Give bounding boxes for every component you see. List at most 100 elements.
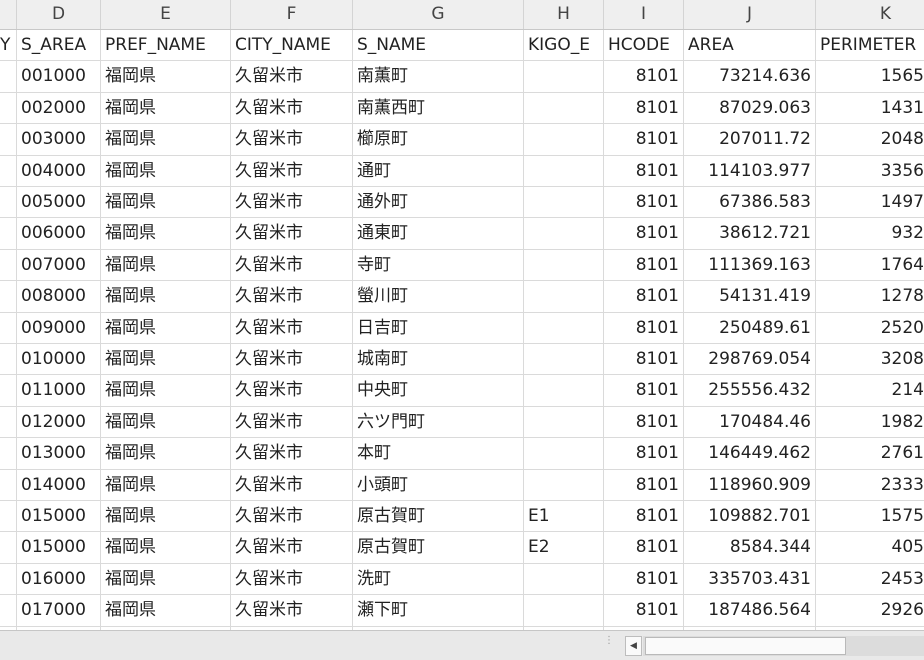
table-cell[interactable]: 南薫町 xyxy=(353,61,524,93)
table-cell[interactable]: 2453.54 xyxy=(816,564,924,596)
table-cell[interactable]: 8101 xyxy=(604,469,684,501)
table-cell[interactable]: 中央町 xyxy=(353,375,524,407)
table-cell[interactable]: 8101 xyxy=(604,563,684,596)
column-header-i[interactable]: I xyxy=(604,0,684,29)
table-cell[interactable]: 福岡県 xyxy=(101,124,231,156)
table-cell[interactable]: 福岡県 xyxy=(101,469,231,501)
table-cell[interactable]: 207011.72 xyxy=(684,124,816,156)
table-cell[interactable]: 8101 xyxy=(604,406,684,439)
table-cell[interactable]: 014000 xyxy=(17,469,101,501)
table-cell[interactable]: 011000 xyxy=(17,375,101,407)
table-cell[interactable]: 福岡県 xyxy=(101,218,231,250)
table-cell[interactable]: 8101 xyxy=(604,218,684,250)
table-cell[interactable]: 1278.18 xyxy=(816,281,924,313)
table-cell[interactable]: 2761.65 xyxy=(816,438,924,470)
table-cell[interactable]: 010000 xyxy=(17,344,101,376)
table-cell[interactable]: 久留米市 xyxy=(231,187,353,219)
table-cell[interactable]: 福岡県 xyxy=(101,344,231,376)
table-cell[interactable]: 本町 xyxy=(353,438,524,470)
table-cell[interactable]: 67386.583 xyxy=(684,187,816,219)
table-cell[interactable]: 福岡県 xyxy=(101,563,231,596)
table-cell[interactable]: 006000 xyxy=(17,218,101,250)
table-cell[interactable]: 久留米市 xyxy=(231,563,353,596)
table-cell[interactable]: 福岡県 xyxy=(101,187,231,219)
field-header-cell[interactable]: S_AREA xyxy=(17,30,101,62)
table-cell[interactable] xyxy=(524,281,604,313)
table-cell[interactable]: 8101 xyxy=(604,595,684,627)
table-cell[interactable]: 久留米市 xyxy=(231,281,353,313)
table-cell[interactable]: 通東町 xyxy=(353,218,524,250)
field-header-cell[interactable]: Y xyxy=(0,30,17,62)
table-cell[interactable]: 福岡県 xyxy=(101,249,231,282)
table-cell[interactable]: 8101 xyxy=(604,61,684,93)
table-cell[interactable] xyxy=(524,187,604,219)
table-cell[interactable]: 久留米市 xyxy=(231,344,353,376)
table-cell[interactable]: 013000 xyxy=(17,438,101,470)
table-cell[interactable]: 螢川町 xyxy=(353,281,524,313)
table-cell[interactable]: 洗町 xyxy=(353,563,524,596)
table-cell[interactable]: 久留米市 xyxy=(231,92,353,125)
table-cell[interactable] xyxy=(524,406,604,439)
table-cell[interactable] xyxy=(0,249,17,282)
table-cell[interactable] xyxy=(0,406,17,439)
table-cell[interactable]: 111369.163 xyxy=(684,249,816,282)
table-cell[interactable] xyxy=(0,344,17,376)
table-cell[interactable]: 007000 xyxy=(17,249,101,282)
field-header-cell[interactable]: HCODE xyxy=(604,30,684,62)
table-cell[interactable] xyxy=(524,124,604,156)
table-cell[interactable]: 1575.04 xyxy=(816,501,924,533)
table-cell[interactable]: 福岡県 xyxy=(101,155,231,187)
column-header-c[interactable] xyxy=(0,0,17,29)
column-header-e[interactable]: E xyxy=(101,0,231,29)
table-cell[interactable]: 城南町 xyxy=(353,344,524,376)
table-cell[interactable]: 久留米市 xyxy=(231,61,353,93)
table-cell[interactable]: 久留米市 xyxy=(231,532,353,564)
table-cell[interactable]: 8101 xyxy=(604,312,684,344)
table-cell[interactable]: 通町 xyxy=(353,155,524,187)
table-cell[interactable] xyxy=(0,532,17,564)
table-cell[interactable]: 久留米市 xyxy=(231,438,353,470)
table-cell[interactable]: 久留米市 xyxy=(231,312,353,344)
table-cell[interactable]: 福岡県 xyxy=(101,61,231,93)
table-cell[interactable]: 福岡県 xyxy=(101,312,231,344)
table-cell[interactable]: 瀬下町 xyxy=(353,595,524,627)
table-cell[interactable] xyxy=(0,438,17,470)
table-cell[interactable]: 8101 xyxy=(604,501,684,533)
table-cell[interactable]: 38612.721 xyxy=(684,218,816,250)
table-cell[interactable]: 114103.977 xyxy=(684,155,816,187)
table-cell[interactable]: 335703.431 xyxy=(684,563,816,596)
table-cell[interactable]: 1982.56 xyxy=(816,407,924,439)
table-cell[interactable] xyxy=(524,61,604,93)
split-grip-icon[interactable]: ⋮ xyxy=(604,636,614,653)
table-cell[interactable]: 久留米市 xyxy=(231,124,353,156)
table-cell[interactable]: 久留米市 xyxy=(231,469,353,501)
table-cell[interactable]: 109882.701 xyxy=(684,501,816,533)
table-cell[interactable] xyxy=(0,124,17,156)
table-cell[interactable]: 福岡県 xyxy=(101,438,231,470)
table-cell[interactable]: 福岡県 xyxy=(101,532,231,564)
table-cell[interactable] xyxy=(0,218,17,250)
table-cell[interactable]: 1431.05 xyxy=(816,93,924,125)
table-cell[interactable]: 福岡県 xyxy=(101,92,231,125)
table-cell[interactable]: 六ツ門町 xyxy=(353,406,524,439)
table-cell[interactable]: 8101 xyxy=(604,532,684,564)
table-cell[interactable]: 8101 xyxy=(604,281,684,313)
table-cell[interactable]: 寺町 xyxy=(353,249,524,282)
table-cell[interactable]: 8101 xyxy=(604,124,684,156)
table-cell[interactable]: 1764.18 xyxy=(816,250,924,282)
table-cell[interactable]: 久留米市 xyxy=(231,406,353,439)
table-cell[interactable]: 久留米市 xyxy=(231,501,353,533)
table-cell[interactable]: 福岡県 xyxy=(101,501,231,533)
table-cell[interactable]: 2926.85 xyxy=(816,595,924,627)
table-cell[interactable]: 8101 xyxy=(604,438,684,470)
table-cell[interactable]: 日吉町 xyxy=(353,312,524,344)
table-cell[interactable] xyxy=(0,501,17,533)
table-cell[interactable]: 002000 xyxy=(17,92,101,125)
table-cell[interactable]: 2333.72 xyxy=(816,470,924,501)
table-cell[interactable]: 原古賀町 xyxy=(353,532,524,564)
table-cell[interactable]: 2048.53 xyxy=(816,124,924,156)
table-cell[interactable]: 2520.61 xyxy=(816,313,924,344)
table-cell[interactable]: 福岡県 xyxy=(101,406,231,439)
table-cell[interactable] xyxy=(524,218,604,250)
table-cell[interactable]: 3208.92 xyxy=(816,344,924,376)
